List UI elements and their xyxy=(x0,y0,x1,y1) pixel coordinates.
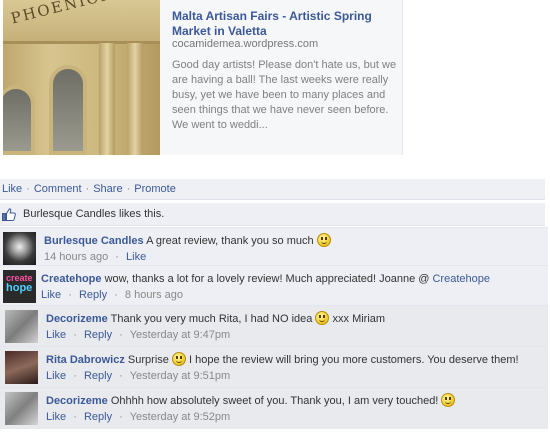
comment-text: A great review, thank you so much xyxy=(143,235,317,247)
comment-text-after: xxx Miriam xyxy=(329,313,386,325)
mention-link[interactable]: Createhope xyxy=(432,273,490,285)
smiley-icon xyxy=(441,393,456,407)
liker-page-link[interactable]: Burlesque Candles xyxy=(23,208,116,220)
separator: · xyxy=(73,411,77,423)
separator: · xyxy=(119,329,123,341)
comment-like-link[interactable]: Like xyxy=(46,370,66,382)
separator: · xyxy=(126,183,131,195)
comment-author-link[interactable]: Rita Dabrowicz xyxy=(46,354,125,366)
like-link[interactable]: Like xyxy=(2,183,22,195)
link-preview-description: Good day artists! Please don't hate us, … xyxy=(172,59,397,131)
comment-text: Thank you very much Rita, I had NO idea xyxy=(107,313,316,325)
comment-link[interactable]: Comment xyxy=(34,183,82,195)
comment-like-link[interactable]: Like xyxy=(126,251,146,263)
avatar[interactable]: create hope xyxy=(3,270,36,303)
comment-item: create hope Createhope wow, thanks a lot… xyxy=(0,265,548,305)
comment-item: Decorizeme Thank you very much Rita, I h… xyxy=(0,305,548,346)
separator: · xyxy=(119,411,123,423)
avatar[interactable] xyxy=(5,351,38,384)
building-arch xyxy=(49,65,87,155)
comment-item: Rita Dabrowicz Surprise I hope the revie… xyxy=(0,346,548,387)
separator: · xyxy=(114,289,118,301)
comment-text: Ohhhh how absolutely sweet of you. Thank… xyxy=(107,395,442,407)
building-column xyxy=(99,43,115,155)
comment-body: Rita Dabrowicz Surprise I hope the revie… xyxy=(46,352,546,384)
thumbs-up-icon xyxy=(2,207,16,221)
promote-link[interactable]: Promote xyxy=(134,183,176,195)
smiley-icon xyxy=(315,311,330,325)
comment-like-link[interactable]: Like xyxy=(41,289,61,301)
comment-author-link[interactable]: Createhope xyxy=(41,273,102,285)
building-arch xyxy=(3,85,35,155)
comment-body: Decorizeme Thank you very much Rita, I h… xyxy=(46,311,546,343)
comment-reply-link[interactable]: Reply xyxy=(79,289,107,301)
separator: · xyxy=(26,183,30,195)
comment-text: wow, thanks a lot for a lovely review! M… xyxy=(101,273,433,285)
comment-body: Decorizeme Ohhhh how absolutely sweet of… xyxy=(46,393,546,425)
avatar[interactable] xyxy=(5,310,38,343)
smiley-icon xyxy=(171,352,186,366)
comment-like-link[interactable]: Like xyxy=(46,411,66,423)
share-link[interactable]: Share xyxy=(93,183,122,195)
avatar[interactable] xyxy=(5,392,38,425)
comment-reply-link[interactable]: Reply xyxy=(84,411,112,423)
comment-timestamp[interactable]: Yesterday at 9:51pm xyxy=(130,370,231,382)
comment-author-link[interactable]: Decorizeme xyxy=(46,313,108,325)
separator: · xyxy=(115,251,119,263)
comment-body: Burlesque Candles A great review, thank … xyxy=(44,233,544,265)
comment-text: Surprise xyxy=(124,354,172,366)
comment-text-after: I hope the review will bring you more cu… xyxy=(185,354,519,366)
comment-item: Decorizeme Ohhhh how absolutely sweet of… xyxy=(0,387,548,429)
separator: · xyxy=(68,289,72,301)
comment-timestamp[interactable]: 8 hours ago xyxy=(125,289,183,301)
separator: · xyxy=(119,370,123,382)
likes-suffix: likes this. xyxy=(115,208,165,220)
post-actions-bar: Like · Comment · Share · Promote xyxy=(0,179,545,200)
comment-body: Createhope wow, thanks a lot for a lovel… xyxy=(41,271,541,303)
building-column xyxy=(127,43,143,155)
link-preview-domain: cocamidemea.wordpress.com xyxy=(172,38,319,50)
comment-reply-link[interactable]: Reply xyxy=(84,370,112,382)
link-preview-image[interactable]: PHOENICIA xyxy=(3,0,160,155)
comment-timestamp[interactable]: Yesterday at 9:47pm xyxy=(130,329,231,341)
likes-summary: Burlesque Candles likes this. xyxy=(0,203,545,226)
avatar[interactable] xyxy=(3,232,36,265)
comment-like-link[interactable]: Like xyxy=(46,329,66,341)
comment-item: Burlesque Candles A great review, thank … xyxy=(0,227,548,265)
link-preview-title[interactable]: Malta Artisan Fairs - Artistic Spring Ma… xyxy=(172,9,392,39)
separator: · xyxy=(73,370,77,382)
smiley-icon xyxy=(316,233,331,247)
comment-timestamp[interactable]: Yesterday at 9:52pm xyxy=(130,411,231,423)
link-preview-card[interactable]: PHOENICIA Malta Artisan Fairs - Artistic… xyxy=(3,0,403,155)
separator: · xyxy=(73,329,77,341)
comment-timestamp[interactable]: 14 hours ago xyxy=(44,251,108,263)
comment-author-link[interactable]: Burlesque Candles xyxy=(44,235,144,247)
comment-author-link[interactable]: Decorizeme xyxy=(46,395,108,407)
avatar-text: hope xyxy=(6,282,33,294)
comment-reply-link[interactable]: Reply xyxy=(84,329,112,341)
separator: · xyxy=(85,183,90,195)
